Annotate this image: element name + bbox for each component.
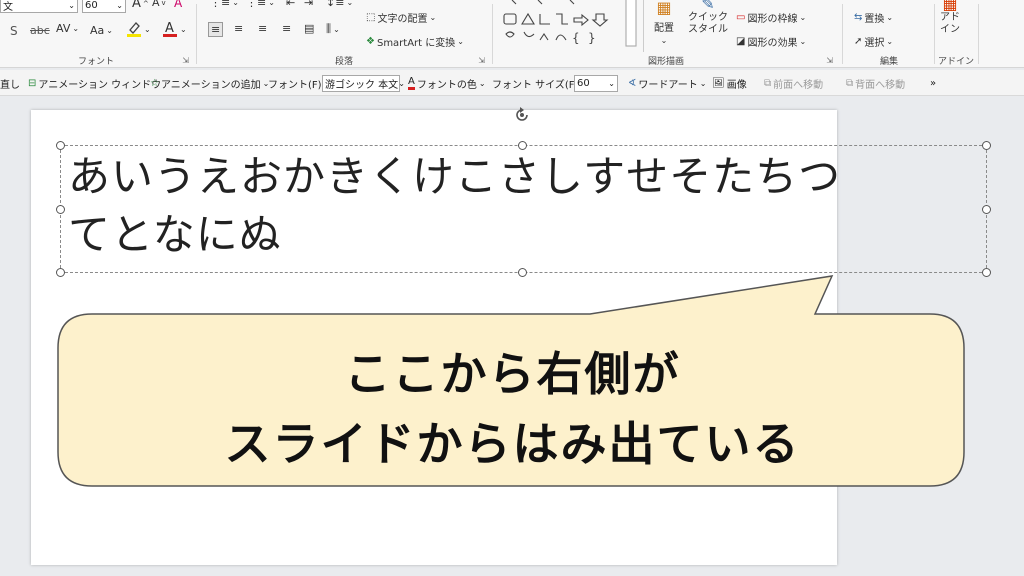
callout-line-2: スライドからはみ出ている (224, 417, 801, 471)
callout-line-1: ここから右側が (344, 347, 681, 401)
powerpoint-window: 文 ⌄ 60 ⌄ A ^ Av A S abc AV ⌄ Aa ⌄ ⌄ A ⌄ フォント ⇲… (0, 0, 1024, 576)
speech-callout[interactable] (0, 0, 1024, 576)
